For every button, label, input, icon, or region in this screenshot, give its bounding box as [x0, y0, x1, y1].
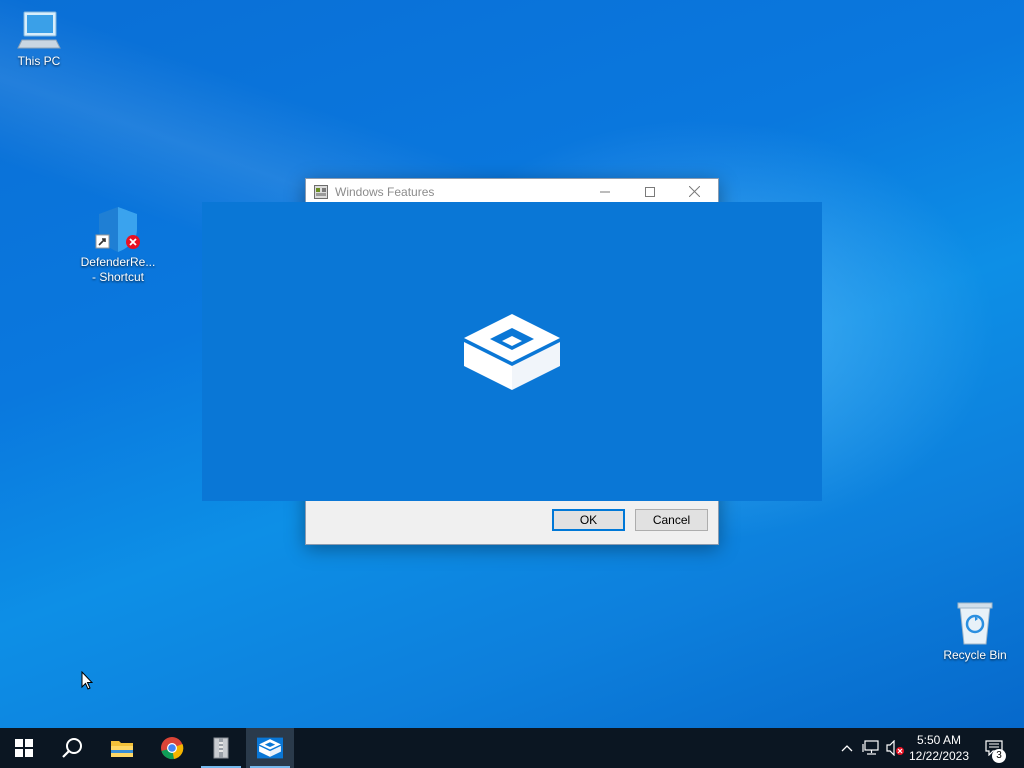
search-icon: [62, 738, 82, 758]
dialog-title: Windows Features: [335, 185, 435, 199]
ok-button[interactable]: OK: [552, 509, 625, 531]
computer-icon: [17, 11, 61, 49]
taskbar-chrome[interactable]: [148, 728, 196, 768]
windows-logo-icon: [15, 739, 33, 757]
desktop-icon-label-line2: - Shortcut: [91, 270, 145, 284]
action-center-button[interactable]: [980, 728, 1008, 768]
network-button[interactable]: [860, 728, 882, 768]
dialog-titlebar[interactable]: Windows Features: [306, 179, 718, 204]
desktop-icon-label: This PC: [17, 54, 61, 68]
maximize-icon: [644, 186, 655, 197]
show-hidden-icons-button[interactable]: [838, 728, 856, 768]
windows-features-app-icon: [314, 185, 328, 199]
volume-button[interactable]: [884, 728, 906, 768]
app-splash-screen: [202, 202, 822, 501]
taskbar-windows-features[interactable]: [246, 728, 294, 768]
maximize-button[interactable]: [627, 179, 672, 204]
taskbar-archive-app[interactable]: [197, 728, 245, 768]
desktop-icon-this-pc[interactable]: This PC: [0, 10, 78, 69]
chevron-up-icon: [841, 745, 853, 752]
volume-muted-icon: [886, 740, 904, 756]
close-button[interactable]: [672, 179, 717, 204]
taskbar-file-explorer[interactable]: [98, 728, 146, 768]
clock-time: 5:50 AM: [916, 733, 962, 747]
search-button[interactable]: [48, 728, 96, 768]
desktop-icon-recycle-bin[interactable]: Recycle Bin: [936, 600, 1014, 663]
shield-icon: [95, 207, 140, 252]
cancel-button[interactable]: Cancel: [635, 509, 708, 531]
taskbar-clock[interactable]: 5:50 AM 12/22/2023: [904, 728, 974, 768]
network-icon: [862, 740, 879, 755]
start-button[interactable]: [0, 728, 48, 768]
package-box-icon: [257, 737, 283, 759]
taskbar: 5:50 AM 12/22/2023 3: [0, 728, 1024, 768]
clock-date: 12/22/2023: [908, 749, 970, 763]
recycle-bin-icon: [957, 602, 993, 645]
close-icon: [689, 186, 700, 197]
mouse-cursor-icon: [81, 671, 93, 690]
desktop-icon-label: Recycle Bin: [943, 648, 1007, 662]
folder-icon: [111, 741, 133, 757]
desktop-icon-defender-shortcut[interactable]: DefenderRe... - Shortcut: [78, 205, 158, 285]
package-box-icon: [464, 313, 560, 390]
minimize-icon: [599, 191, 610, 192]
desktop: This PC DefenderRe... - Shortcut Recycle…: [0, 0, 1024, 768]
minimize-button[interactable]: [582, 179, 627, 204]
notification-count-badge: 3: [992, 749, 1006, 763]
chrome-icon: [161, 737, 184, 760]
archive-icon: [213, 737, 229, 759]
desktop-icon-label-line1: DefenderRe...: [80, 255, 156, 269]
